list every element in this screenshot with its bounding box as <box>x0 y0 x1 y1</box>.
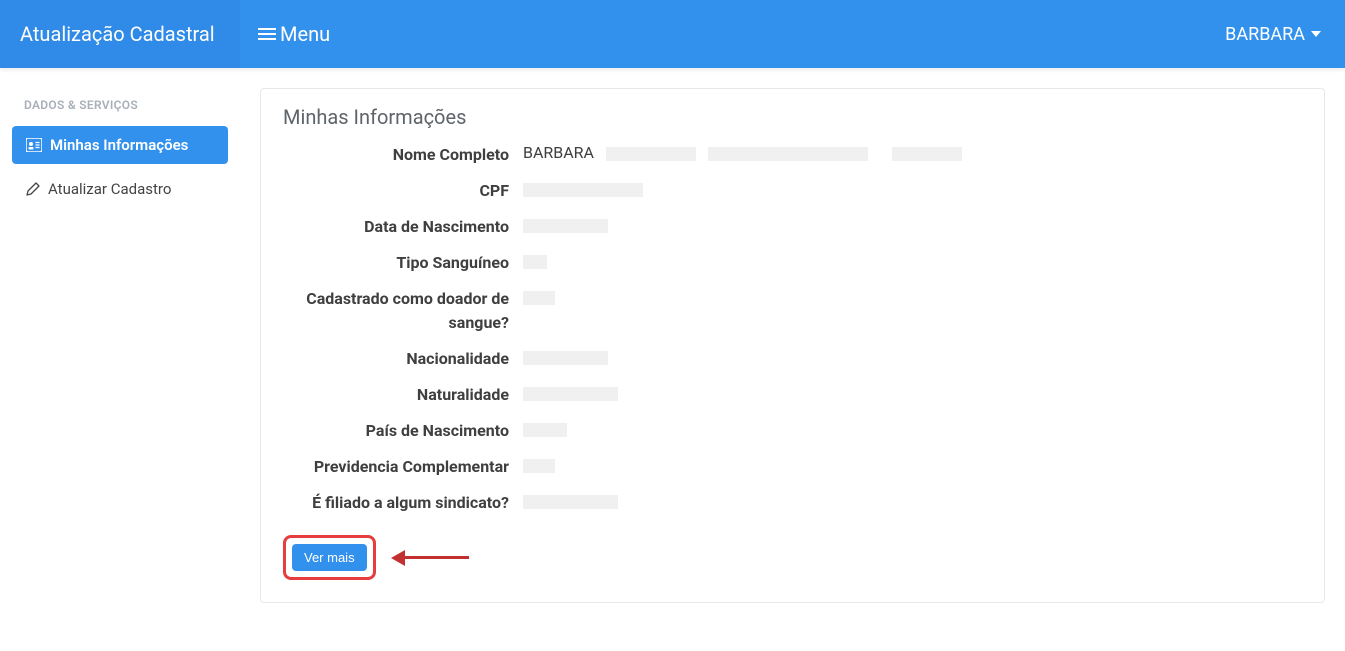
info-row-pais-nascimento: País de Nascimento <box>283 415 1302 447</box>
redacted-block <box>523 291 555 305</box>
info-value <box>523 247 547 274</box>
brand-title: Atualização Cadastral <box>0 0 240 68</box>
redacted-block <box>523 183 643 197</box>
sidebar-item-minhas-informacoes[interactable]: Minhas Informações <box>12 126 228 164</box>
menu-label: Menu <box>280 22 330 46</box>
info-row-previdencia: Previdencia Complementar <box>283 451 1302 483</box>
info-row-doador: Cadastrado como doador de sangue? <box>283 283 1302 339</box>
info-row-nome-completo: Nome Completo BARBARA <box>283 139 1302 171</box>
menu-button[interactable]: Menu <box>240 0 348 68</box>
sidebar-item-label: Minhas Informações <box>50 136 188 154</box>
redacted-block <box>523 219 608 233</box>
info-label: Nome Completo <box>283 139 523 171</box>
arrow-head-icon <box>391 550 405 566</box>
redacted-block <box>523 495 618 509</box>
info-value <box>523 343 608 370</box>
info-label: Previdencia Complementar <box>283 451 523 483</box>
redacted-block <box>892 147 962 161</box>
info-row-data-nascimento: Data de Nascimento <box>283 211 1302 243</box>
user-name: BARBARA <box>1225 24 1305 45</box>
redacted-block <box>523 423 567 437</box>
info-value <box>523 487 618 514</box>
topbar: Atualização Cadastral Menu BARBARA <box>0 0 1345 68</box>
info-value <box>523 211 608 238</box>
redacted-block <box>523 351 608 365</box>
info-value <box>523 415 567 442</box>
redacted-block <box>523 459 555 473</box>
user-menu[interactable]: BARBARA <box>1201 0 1345 68</box>
info-label: Tipo Sanguíneo <box>283 247 523 279</box>
hamburger-icon <box>258 27 276 41</box>
info-label: É filiado a algum sindicato? <box>283 487 523 519</box>
info-label: Cadastrado como doador de sangue? <box>283 283 523 339</box>
sidebar-item-label: Atualizar Cadastro <box>48 180 171 198</box>
vermais-highlight-box: Ver mais <box>283 535 376 580</box>
info-label: Naturalidade <box>283 379 523 411</box>
info-card: Minhas Informações Nome Completo BARBARA… <box>260 88 1325 603</box>
redacted-block <box>523 387 618 401</box>
info-row-naturalidade: Naturalidade <box>283 379 1302 411</box>
info-row-cpf: CPF <box>283 175 1302 207</box>
info-value: BARBARA <box>523 139 962 166</box>
info-value <box>523 175 643 202</box>
info-value <box>523 379 618 406</box>
sidebar-item-atualizar-cadastro[interactable]: Atualizar Cadastro <box>12 170 228 208</box>
card-title: Minhas Informações <box>283 105 1302 129</box>
info-value <box>523 283 555 310</box>
pen-icon <box>26 182 40 196</box>
sidebar-section-title: DADOS & SERVIÇOS <box>12 88 228 126</box>
info-value <box>523 451 555 478</box>
redacted-block <box>606 147 696 161</box>
redacted-block <box>708 147 868 161</box>
caret-down-icon <box>1311 31 1321 37</box>
id-card-icon <box>26 138 42 152</box>
info-row-nacionalidade: Nacionalidade <box>283 343 1302 375</box>
value-text: BARBARA <box>523 143 594 162</box>
info-label: Nacionalidade <box>283 343 523 375</box>
sidebar: DADOS & SERVIÇOS Minhas Informações Atua… <box>0 68 240 623</box>
info-row-tipo-sanguineo: Tipo Sanguíneo <box>283 247 1302 279</box>
info-label: País de Nascimento <box>283 415 523 447</box>
info-label: Data de Nascimento <box>283 211 523 243</box>
ver-mais-button[interactable]: Ver mais <box>292 544 367 571</box>
info-row-sindicato: É filiado a algum sindicato? <box>283 487 1302 519</box>
main-content: Minhas Informações Nome Completo BARBARA… <box>240 68 1345 623</box>
info-label: CPF <box>283 175 523 207</box>
arrow-line <box>405 556 469 559</box>
annotation-arrow <box>391 550 469 566</box>
redacted-block <box>523 255 547 269</box>
